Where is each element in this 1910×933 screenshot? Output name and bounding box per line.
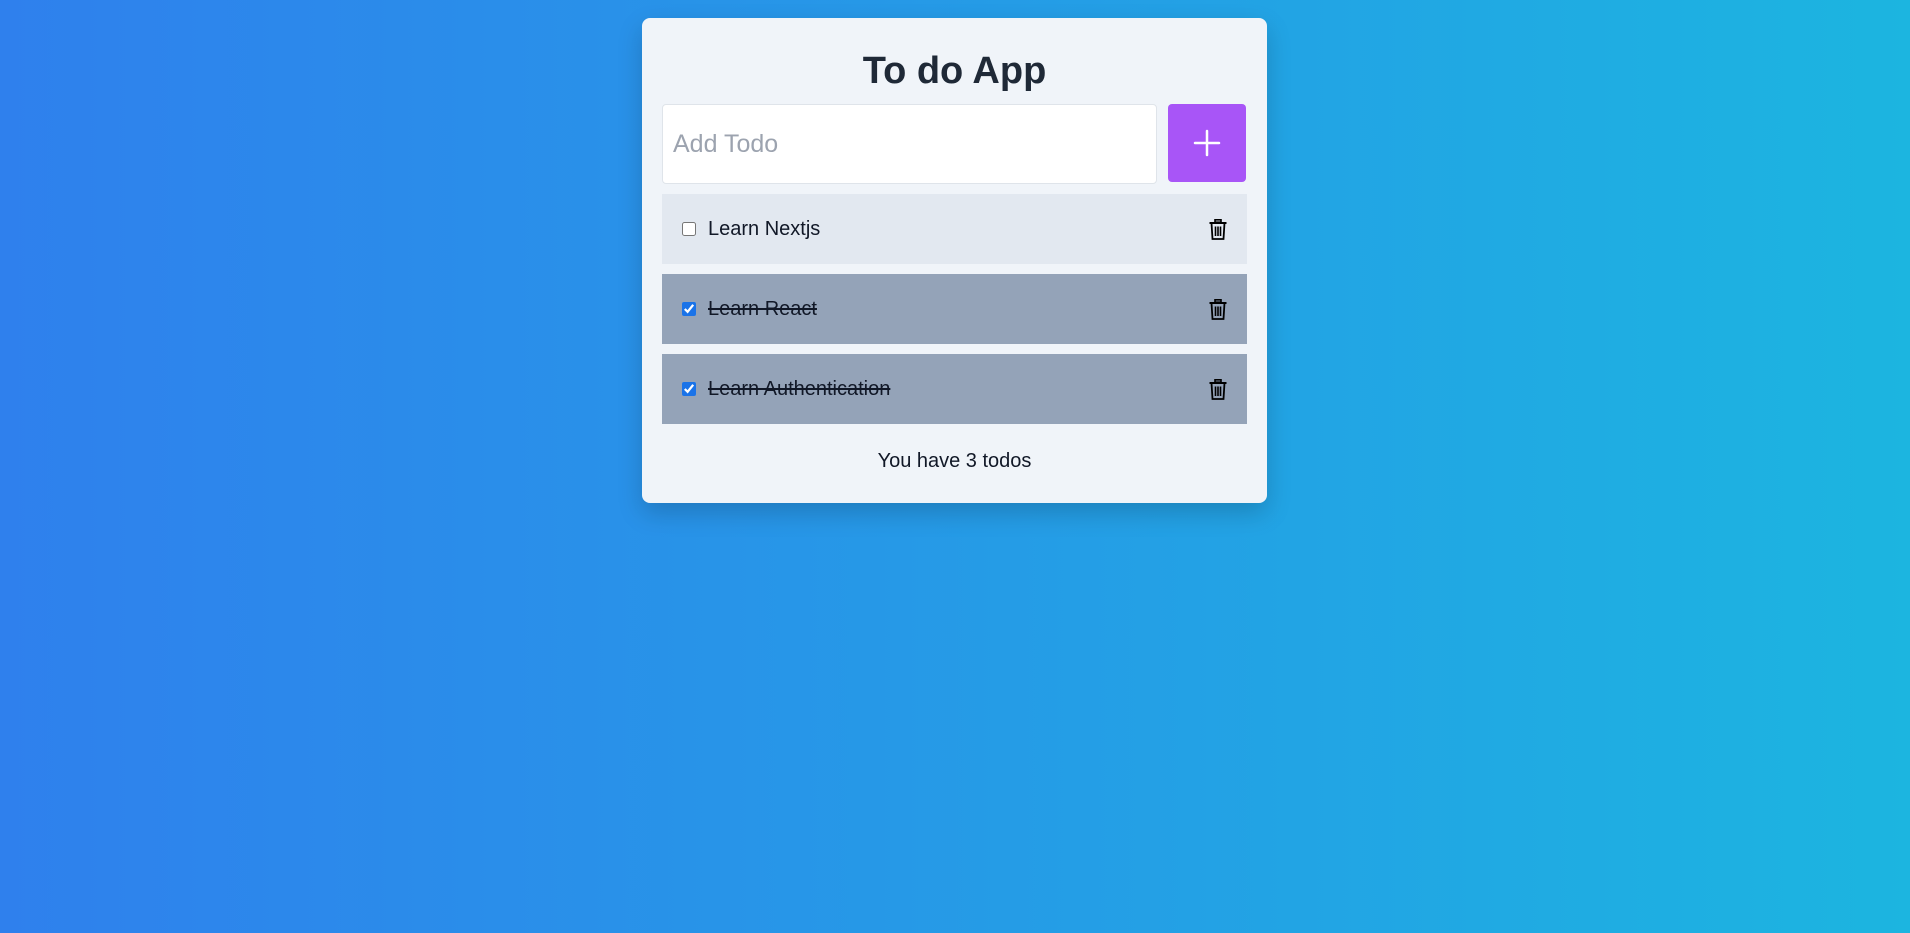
todo-checkbox[interactable]	[682, 302, 696, 316]
todo-item: Learn Nextjs	[662, 194, 1247, 264]
todo-checkbox[interactable]	[682, 222, 696, 236]
todo-label: Learn React	[708, 297, 817, 320]
todo-card: To do App Learn Nextjs	[642, 18, 1267, 503]
delete-todo-button[interactable]	[1207, 377, 1229, 401]
add-todo-button[interactable]	[1168, 104, 1246, 182]
todo-checkbox[interactable]	[682, 382, 696, 396]
plus-icon	[1193, 129, 1221, 157]
todo-label: Learn Authentication	[708, 377, 891, 400]
todo-item: Learn React	[662, 274, 1247, 344]
delete-todo-button[interactable]	[1207, 297, 1229, 321]
delete-todo-button[interactable]	[1207, 217, 1229, 241]
todo-item: Learn Authentication	[662, 354, 1247, 424]
trash-icon	[1209, 298, 1227, 320]
todo-list: Learn Nextjs Learn React Learn Authentic…	[662, 194, 1247, 424]
todo-label: Learn Nextjs	[708, 217, 821, 240]
add-todo-input[interactable]	[662, 104, 1157, 184]
app-title: To do App	[862, 50, 1047, 92]
todo-count-text: You have 3 todos	[877, 450, 1032, 472]
trash-icon	[1209, 378, 1227, 400]
add-todo-row	[662, 104, 1247, 184]
trash-icon	[1209, 218, 1227, 240]
